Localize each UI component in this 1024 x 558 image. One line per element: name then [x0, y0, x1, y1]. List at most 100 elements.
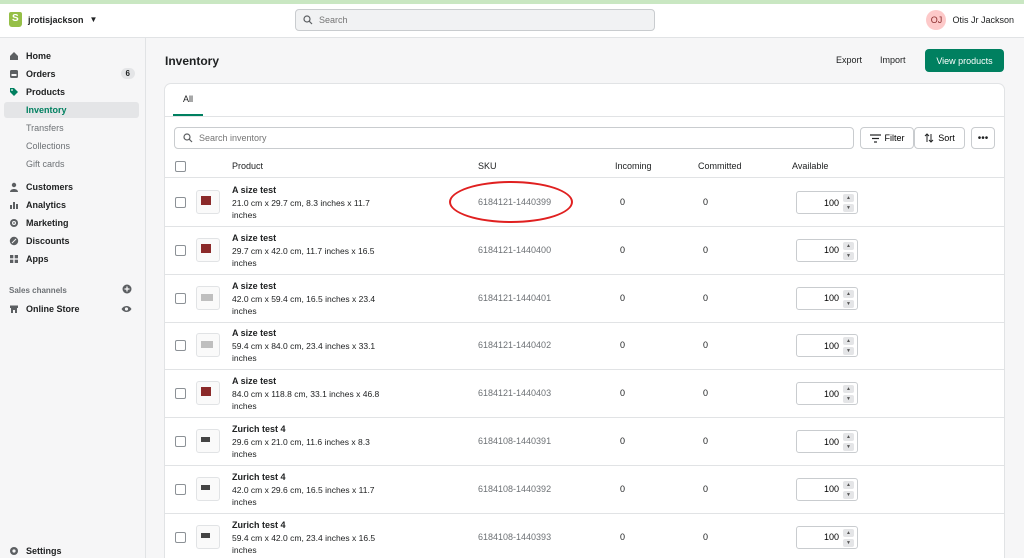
table-row[interactable]: A size test 21.0 cm x 29.7 cm, 8.3 inches… — [165, 179, 1004, 227]
available-quantity-field[interactable]: ▲▼ — [796, 286, 858, 310]
target-icon — [10, 219, 18, 227]
sidebar-item-label: Collections — [26, 141, 71, 151]
decrement-icon[interactable]: ▼ — [843, 443, 854, 451]
table-row[interactable]: Zurich test 4 42.0 cm x 29.6 cm, 16.5 inc… — [165, 466, 1004, 514]
table-row[interactable]: A size test 84.0 cm x 118.8 cm, 33.1 inch… — [165, 370, 1004, 419]
global-search-input[interactable] — [319, 15, 639, 25]
product-name[interactable]: A size test — [232, 376, 276, 386]
available-input[interactable] — [799, 195, 839, 210]
add-channel-icon[interactable] — [122, 284, 132, 294]
more-actions-button[interactable]: ••• — [971, 127, 995, 149]
sku-value: 6184121-1440403 — [478, 388, 552, 399]
export-button[interactable]: Export — [836, 55, 862, 65]
row-checkbox[interactable] — [175, 244, 186, 256]
sort-button[interactable]: Sort — [914, 127, 965, 149]
committed-value: 0 — [703, 244, 709, 255]
sidebar-item-label: Customers — [26, 182, 74, 192]
sidebar-item-discounts[interactable]: Discounts — [9, 233, 139, 249]
product-name[interactable]: Zurich test 4 — [232, 424, 286, 434]
inventory-search[interactable] — [174, 127, 854, 149]
decrement-icon[interactable]: ▼ — [843, 347, 854, 356]
sidebar-item-settings[interactable]: Settings — [9, 543, 139, 558]
available-quantity-field[interactable]: ▲▼ — [796, 238, 858, 262]
row-checkbox[interactable] — [175, 388, 186, 400]
product-name[interactable]: A size test — [232, 233, 276, 243]
committed-value: 0 — [703, 292, 709, 303]
row-checkbox[interactable] — [175, 483, 186, 495]
tab-all[interactable]: All — [173, 84, 203, 116]
product-name[interactable]: Zurich test 4 — [232, 520, 286, 530]
decrement-icon[interactable]: ▼ — [843, 204, 854, 212]
available-quantity-field[interactable]: ▲▼ — [796, 191, 858, 214]
increment-icon[interactable]: ▲ — [843, 289, 854, 298]
filter-button[interactable]: Filter — [860, 127, 914, 149]
sidebar-item-apps[interactable]: Apps — [9, 251, 139, 267]
available-input[interactable] — [799, 481, 839, 497]
import-button[interactable]: Import — [880, 55, 906, 65]
available-input[interactable] — [799, 434, 839, 449]
increment-icon[interactable]: ▲ — [843, 528, 854, 537]
available-input[interactable] — [799, 242, 839, 258]
eye-icon[interactable] — [121, 304, 132, 314]
sidebar-item-home[interactable]: Home — [9, 48, 139, 64]
available-input[interactable] — [799, 290, 839, 306]
sku-value: 6184108-1440393 — [478, 531, 552, 542]
decrement-icon[interactable]: ▼ — [843, 490, 854, 499]
row-checkbox[interactable] — [175, 197, 186, 208]
committed-value: 0 — [703, 531, 709, 542]
increment-icon[interactable]: ▲ — [843, 385, 854, 394]
store-switcher[interactable]: jrotisjackson ▼ — [9, 12, 97, 27]
row-checkbox[interactable] — [175, 340, 186, 352]
increment-icon[interactable]: ▲ — [843, 241, 854, 250]
sidebar-item-collections[interactable]: Collections — [26, 138, 139, 154]
committed-value: 0 — [703, 340, 709, 351]
available-quantity-field[interactable]: ▲▼ — [796, 334, 858, 358]
decrement-icon[interactable]: ▼ — [843, 251, 854, 260]
decrement-icon[interactable]: ▼ — [843, 538, 854, 547]
available-input[interactable] — [799, 338, 839, 354]
inventory-card: All Filter Sort ••• Product SKU Incoming… — [165, 84, 1004, 558]
sidebar-item-online-store[interactable]: Online Store — [9, 301, 139, 317]
table-row[interactable]: Zurich test 4 59.4 cm x 42.0 cm, 23.4 inc… — [165, 514, 1004, 558]
decrement-icon[interactable]: ▼ — [843, 299, 854, 308]
product-name[interactable]: Zurich test 4 — [232, 472, 286, 482]
table-row[interactable]: A size test 59.4 cm x 84.0 cm, 23.4 inche… — [165, 322, 1004, 371]
row-checkbox[interactable] — [175, 292, 186, 304]
product-name[interactable]: A size test — [232, 281, 276, 291]
sidebar-item-marketing[interactable]: Marketing — [9, 215, 139, 231]
view-products-button[interactable]: View products — [925, 49, 1004, 72]
avatar: OJ — [926, 10, 947, 30]
available-quantity-field[interactable]: ▲▼ — [796, 382, 858, 406]
sidebar-item-inventory[interactable]: Inventory — [4, 102, 139, 118]
product-name[interactable]: A size test — [232, 185, 276, 195]
sidebar-item-products[interactable]: Products — [9, 84, 139, 100]
available-input[interactable] — [799, 529, 839, 545]
available-quantity-field[interactable]: ▲▼ — [796, 525, 858, 549]
select-all-checkbox[interactable] — [175, 161, 186, 172]
artwork-image — [201, 484, 210, 490]
sidebar-item-orders[interactable]: Orders 6 — [9, 66, 139, 82]
increment-icon[interactable]: ▲ — [843, 194, 854, 202]
table-row[interactable]: Zurich test 4 29.6 cm x 21.0 cm, 11.6 inc… — [165, 418, 1004, 466]
increment-icon[interactable]: ▲ — [843, 480, 854, 489]
decrement-icon[interactable]: ▼ — [843, 395, 854, 404]
available-input[interactable] — [799, 386, 839, 402]
product-name[interactable]: A size test — [232, 328, 276, 338]
sidebar-item-customers[interactable]: Customers — [9, 179, 139, 195]
sidebar-item-label: Settings — [26, 546, 62, 556]
row-checkbox[interactable] — [175, 436, 186, 447]
increment-icon[interactable]: ▲ — [843, 433, 854, 441]
table-row[interactable]: A size test 42.0 cm x 59.4 cm, 16.5 inche… — [165, 275, 1004, 323]
inventory-search-input[interactable] — [199, 133, 839, 143]
increment-icon[interactable]: ▲ — [843, 337, 854, 346]
sidebar-item-gift-cards[interactable]: Gift cards — [26, 156, 139, 172]
user-menu[interactable]: OJ Otis Jr Jackson — [926, 10, 1014, 30]
row-checkbox[interactable] — [175, 531, 186, 543]
sidebar-item-analytics[interactable]: Analytics — [9, 197, 139, 213]
available-quantity-field[interactable]: ▲▼ — [796, 430, 858, 453]
table-row[interactable]: A size test 29.7 cm x 42.0 cm, 11.7 inche… — [165, 227, 1004, 275]
global-search[interactable] — [295, 9, 655, 31]
available-quantity-field[interactable]: ▲▼ — [796, 477, 858, 501]
sidebar-item-transfers[interactable]: Transfers — [26, 120, 139, 136]
product-thumbnail — [196, 333, 220, 358]
